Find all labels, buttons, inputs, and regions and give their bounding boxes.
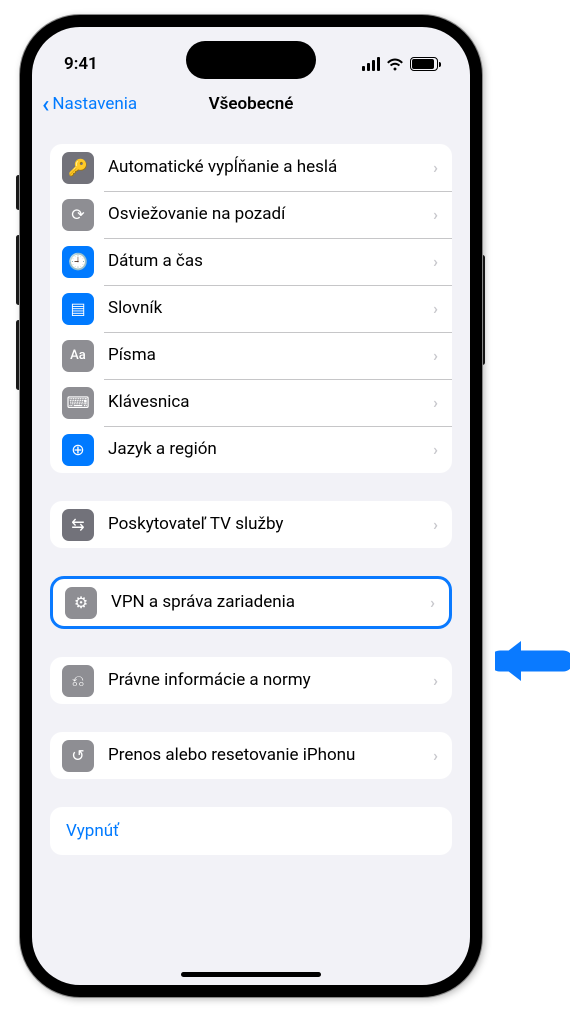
chevron-right-icon: ›: [433, 746, 438, 765]
chevron-right-icon: ›: [433, 515, 438, 534]
settings-row[interactable]: 🔑 Automatické vypĺňanie a heslá›: [50, 144, 452, 191]
row-label: Slovník: [108, 298, 433, 318]
row-label: VPN a správa zariadenia: [111, 592, 430, 612]
settings-row[interactable]: ⚙ VPN a správa zariadenia›: [53, 579, 449, 626]
chevron-right-icon: ›: [433, 346, 438, 365]
calendar-clock-icon: 🕘: [62, 246, 94, 278]
dynamic-island: [186, 41, 316, 79]
settings-row[interactable]: ↺ Prenos alebo resetovanie iPhonu›: [50, 732, 452, 779]
settings-row[interactable]: ⊕ Jazyk a región›: [50, 426, 452, 473]
legal-icon: ⎌: [62, 665, 94, 697]
arrow-callout-icon: [495, 638, 570, 684]
wifi-icon: [386, 57, 404, 71]
navigation-bar: ‹ Nastavenia Všeobecné: [32, 82, 470, 126]
home-indicator[interactable]: [181, 972, 321, 977]
row-label: Dátum a čas: [108, 251, 433, 271]
settings-group: ⚙ VPN a správa zariadenia›: [50, 576, 452, 629]
chevron-right-icon: ›: [433, 205, 438, 224]
reset-icon: ↺: [62, 740, 94, 772]
row-label: Jazyk a región: [108, 439, 433, 459]
phone-frame: 9:41 ‹ Nastavenia Všeobecné 🔑 Automatické…: [20, 15, 482, 997]
back-button[interactable]: ‹ Nastavenia: [42, 92, 137, 116]
globe-icon: ⊕: [62, 434, 94, 466]
chevron-right-icon: ›: [433, 440, 438, 459]
page-title: Všeobecné: [209, 94, 294, 114]
book-icon: ▤: [62, 293, 94, 325]
settings-row[interactable]: ⌨ Klávesnica›: [50, 379, 452, 426]
chevron-right-icon: ›: [433, 671, 438, 690]
shutdown-button[interactable]: Vypnúť: [50, 807, 452, 855]
settings-content: 🔑Automatické vypĺňanie a heslá›⟳Osviežov…: [32, 126, 470, 855]
settings-row[interactable]: Aa Písma›: [50, 332, 452, 379]
row-label: Osviežovanie na pozadí: [108, 204, 433, 224]
settings-group: 🔑Automatické vypĺňanie a heslá›⟳Osviežov…: [50, 144, 452, 473]
chevron-right-icon: ›: [433, 252, 438, 271]
settings-row[interactable]: ⇆ Poskytovateľ TV služby›: [50, 501, 452, 548]
key-icon: 🔑: [62, 152, 94, 184]
row-label: Písma: [108, 345, 433, 365]
row-label: Automatické vypĺňanie a heslá: [108, 157, 433, 177]
battery-icon: [410, 57, 438, 71]
cellular-signal-icon: [362, 57, 380, 71]
screen: 9:41 ‹ Nastavenia Všeobecné 🔑 Automatické…: [32, 27, 470, 985]
settings-row[interactable]: ⟳ Osviežovanie na pozadí›: [50, 191, 452, 238]
gear-icon: ⚙: [65, 587, 97, 619]
chevron-right-icon: ›: [433, 299, 438, 318]
fonts-icon: Aa: [62, 340, 94, 372]
settings-group: ↺ Prenos alebo resetovanie iPhonu›: [50, 732, 452, 779]
settings-group: ⇆ Poskytovateľ TV služby›: [50, 501, 452, 548]
back-label: Nastavenia: [52, 94, 137, 114]
row-label: Klávesnica: [108, 392, 433, 412]
chevron-left-icon: ‹: [42, 92, 49, 116]
keyboard-icon: ⌨: [62, 387, 94, 419]
settings-row[interactable]: 🕘 Dátum a čas›: [50, 238, 452, 285]
settings-row[interactable]: ⎌ Právne informácie a normy›: [50, 657, 452, 704]
status-time: 9:41: [64, 54, 98, 74]
settings-group: ⎌ Právne informácie a normy›: [50, 657, 452, 704]
refresh-bg-icon: ⟳: [62, 199, 94, 231]
row-label: Právne informácie a normy: [108, 670, 433, 690]
settings-row[interactable]: ▤ Slovník›: [50, 285, 452, 332]
chevron-right-icon: ›: [433, 158, 438, 177]
chevron-right-icon: ›: [433, 393, 438, 412]
row-label: Prenos alebo resetovanie iPhonu: [108, 745, 433, 765]
row-label: Poskytovateľ TV služby: [108, 514, 433, 534]
chevron-right-icon: ›: [430, 593, 435, 612]
tv-provider-icon: ⇆: [62, 509, 94, 541]
